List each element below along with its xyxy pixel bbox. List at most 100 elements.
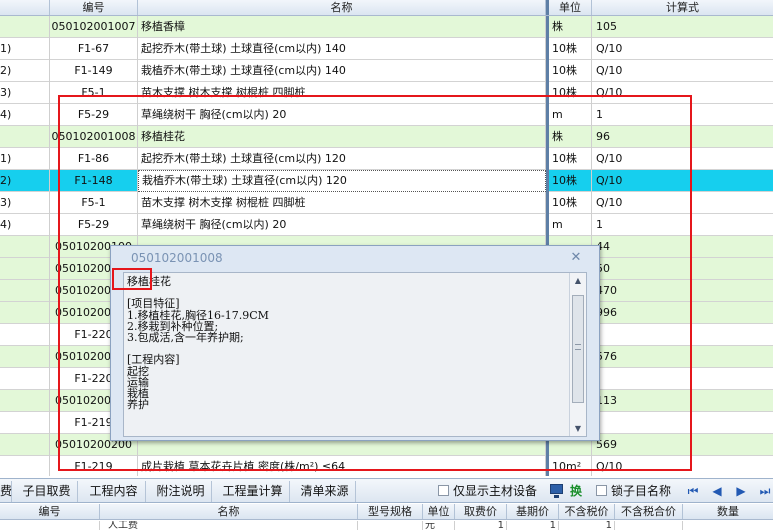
table-row[interactable]: 4) F5-29 草绳绕树干 胸径(cm以内) 20 m 1: [0, 104, 773, 126]
tab-notes[interactable]: 附注说明: [150, 481, 212, 502]
monitor-icon[interactable]: [550, 484, 563, 498]
row-index[interactable]: [0, 258, 50, 280]
row-index[interactable]: [0, 368, 50, 390]
row-index[interactable]: 1): [0, 38, 50, 60]
row-index[interactable]: [0, 434, 50, 456]
row-code[interactable]: F5-29: [50, 104, 138, 126]
row-index[interactable]: [0, 390, 50, 412]
row-calc[interactable]: 50: [592, 258, 773, 280]
row-name[interactable]: 移植香樟: [138, 16, 546, 38]
row-code[interactable]: F5-29: [50, 214, 138, 236]
bheader-price-excl-tax[interactable]: 不含税价: [559, 504, 615, 519]
row-calc[interactable]: 576: [592, 346, 773, 368]
bheader-code[interactable]: 编号: [0, 504, 100, 519]
table-row[interactable]: 3) F5-1 苗木支撑 树木支撑 树棍桩 四脚桩 10株 Q/10: [0, 82, 773, 104]
row-unit[interactable]: 10株: [549, 148, 592, 170]
row-calc[interactable]: 96: [592, 126, 773, 148]
bheader-name[interactable]: 名称: [100, 504, 358, 519]
row-name[interactable]: 栽植乔木(带土球) 土球直径(cm以内) 120: [138, 170, 546, 192]
bheader-total-excl-tax[interactable]: 不含税合价: [615, 504, 683, 519]
row-code[interactable]: F5-1: [50, 82, 138, 104]
swap-button[interactable]: 换: [570, 481, 582, 502]
row-code[interactable]: F1-149: [50, 60, 138, 82]
header-calc[interactable]: 计算式: [592, 0, 773, 15]
row-unit[interactable]: 10m²: [549, 456, 592, 476]
row-calc[interactable]: 470: [592, 280, 773, 302]
prev-page-icon[interactable]: ◀: [708, 482, 726, 500]
row-index[interactable]: 2): [0, 170, 50, 192]
table-row[interactable]: 3) F5-1 苗木支撑 树木支撑 树棍桩 四脚桩 10株 Q/10: [0, 192, 773, 214]
row-index[interactable]: [0, 280, 50, 302]
row-index[interactable]: [0, 302, 50, 324]
row-code[interactable]: F1-148: [50, 170, 138, 192]
row-calc[interactable]: [592, 368, 773, 390]
resource-row[interactable]: 人工费 元 1 1 1: [0, 521, 773, 530]
bheader-spec[interactable]: 型号规格: [358, 504, 423, 519]
row-calc[interactable]: 105: [592, 16, 773, 38]
row-code[interactable]: 050102001007: [50, 16, 138, 38]
scroll-thumb[interactable]: [572, 295, 584, 403]
row-code[interactable]: F1-86: [50, 148, 138, 170]
row-calc[interactable]: 569: [592, 434, 773, 456]
bheader-base-price[interactable]: 基期价: [507, 504, 559, 519]
row-name[interactable]: 苗木支撑 树木支撑 树棍桩 四脚桩: [138, 82, 546, 104]
popup-text-area[interactable]: 移植桂花 [项目特征] 1.移植桂花,胸径16-17.9CM 2.移栽到补种位置…: [123, 272, 587, 437]
row-calc[interactable]: Q/10: [592, 38, 773, 60]
row-index[interactable]: [0, 412, 50, 434]
row-name[interactable]: 移植桂花: [138, 126, 546, 148]
table-row[interactable]: 4) F5-29 草绳绕树干 胸径(cm以内) 20 m 1: [0, 214, 773, 236]
header-unit[interactable]: 单位: [549, 0, 592, 15]
row-calc[interactable]: Q/10: [592, 60, 773, 82]
table-row[interactable]: 2) F1-148 栽植乔木(带土球) 土球直径(cm以内) 120 10株 Q/10: [0, 170, 773, 192]
table-row[interactable]: 1) F1-67 起挖乔木(带土球) 土球直径(cm以内) 140 10株 Q/10: [0, 38, 773, 60]
row-calc[interactable]: [592, 324, 773, 346]
row-unit[interactable]: 10株: [549, 170, 592, 192]
row-unit[interactable]: 株: [549, 126, 592, 148]
last-page-icon[interactable]: ⏭: [756, 482, 773, 500]
tab-sub-item-fee[interactable]: 子目取费: [16, 481, 78, 502]
close-icon[interactable]: ✕: [569, 251, 583, 265]
tab-list-source[interactable]: 清单来源: [294, 481, 356, 502]
row-calc[interactable]: Q/10: [592, 192, 773, 214]
bheader-unit[interactable]: 单位: [423, 504, 455, 519]
row-index[interactable]: [0, 236, 50, 258]
scroll-down-icon[interactable]: ▼: [573, 424, 583, 433]
row-name[interactable]: 草绳绕树干 胸径(cm以内) 20: [138, 104, 546, 126]
header-name[interactable]: 名称: [138, 0, 546, 15]
table-row[interactable]: 1) F1-86 起挖乔木(带土球) 土球直径(cm以内) 120 10株 Q/10: [0, 148, 773, 170]
row-calc[interactable]: 1: [592, 104, 773, 126]
bheader-quantity[interactable]: 数量: [683, 504, 773, 519]
header-code[interactable]: 编号: [50, 0, 138, 15]
row-calc[interactable]: Q/10: [592, 148, 773, 170]
row-index[interactable]: [0, 456, 50, 476]
row-calc[interactable]: 44: [592, 236, 773, 258]
row-code[interactable]: F1-67: [50, 38, 138, 60]
row-unit[interactable]: 株: [549, 16, 592, 38]
row-index[interactable]: [0, 324, 50, 346]
row-unit[interactable]: m: [549, 104, 592, 126]
tab-quantity-calc[interactable]: 工程量计算: [216, 481, 290, 502]
row-index[interactable]: [0, 126, 50, 148]
category-row[interactable]: 050102001007 移植香樟株 105: [0, 16, 773, 38]
row-index[interactable]: 1): [0, 148, 50, 170]
row-code[interactable]: F1-219: [50, 456, 138, 476]
row-name[interactable]: 成片栽植 草本花卉片植 密度(株/m²) ≤64: [138, 456, 546, 476]
row-name[interactable]: 起挖乔木(带土球) 土球直径(cm以内) 140: [138, 38, 546, 60]
tab-work-content[interactable]: 工程内容: [82, 481, 146, 502]
main-material-checkbox[interactable]: [438, 485, 449, 496]
row-index[interactable]: 3): [0, 82, 50, 104]
row-index[interactable]: [0, 16, 50, 38]
row-unit[interactable]: 10株: [549, 82, 592, 104]
row-calc[interactable]: 113: [592, 390, 773, 412]
row-name[interactable]: 草绳绕树干 胸径(cm以内) 20: [138, 214, 546, 236]
row-calc[interactable]: [592, 412, 773, 434]
row-index[interactable]: 4): [0, 214, 50, 236]
bheader-fee-price[interactable]: 取费价: [455, 504, 507, 519]
row-code[interactable]: 050102001008: [50, 126, 138, 148]
row-unit[interactable]: 10株: [549, 192, 592, 214]
row-unit[interactable]: m: [549, 214, 592, 236]
row-name[interactable]: 苗木支撑 树木支撑 树棍桩 四脚桩: [138, 192, 546, 214]
popup-scrollbar[interactable]: ▲ ▼: [569, 273, 586, 436]
table-row[interactable]: 2) F1-149 栽植乔木(带土球) 土球直径(cm以内) 140 10株 Q/10: [0, 60, 773, 82]
row-unit[interactable]: 10株: [549, 38, 592, 60]
